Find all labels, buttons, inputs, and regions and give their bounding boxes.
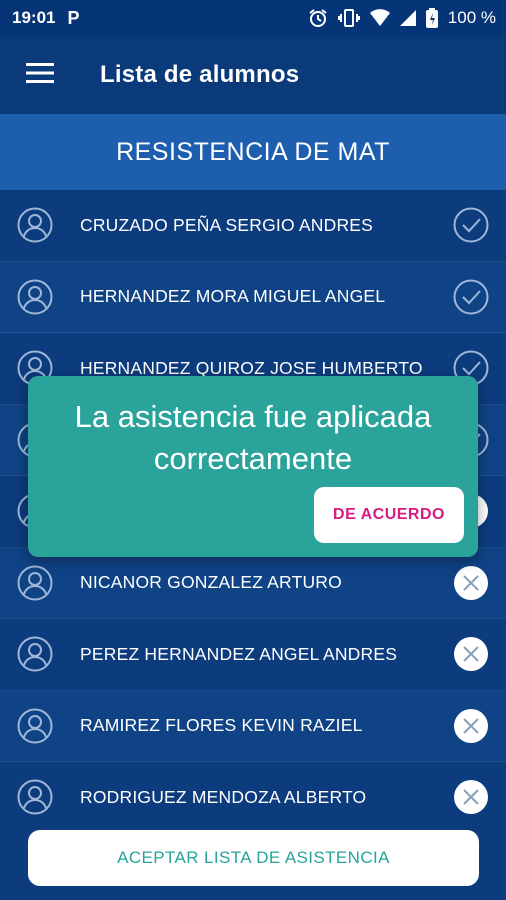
student-row[interactable]: PEREZ HERNANDEZ ANGEL ANDRES [0, 619, 506, 691]
avatar-icon [17, 565, 53, 601]
success-dialog: La asistencia fue aplicada correctamente… [28, 376, 478, 557]
avatar-icon [17, 636, 53, 672]
app-bar: Lista de alumnos [0, 36, 506, 114]
student-name: RODRIGUEZ MENDOZA ALBERTO [80, 786, 367, 807]
student-name: HERNANDEZ MORA MIGUEL ANGEL [80, 286, 386, 307]
battery-icon [425, 8, 438, 28]
close-icon[interactable] [453, 565, 489, 601]
avatar-icon [17, 279, 53, 315]
student-name: NICANOR GONZALEZ ARTURO [80, 572, 342, 593]
p-icon: P [67, 7, 80, 28]
status-time: 19:01 [12, 8, 56, 27]
student-row[interactable]: RAMIREZ FLORES KEVIN RAZIEL [0, 690, 506, 762]
agree-button[interactable]: DE ACUERDO [314, 487, 464, 543]
accept-attendance-button[interactable]: ACEPTAR LISTA DE ASISTENCIA [28, 830, 479, 886]
avatar-icon [17, 708, 53, 744]
student-name: PEREZ HERNANDEZ ANGEL ANDRES [80, 643, 398, 664]
close-icon[interactable] [453, 708, 489, 744]
student-row[interactable]: CRUZADO PEÑA SERGIO ANDRES [0, 190, 506, 262]
close-icon[interactable] [453, 636, 489, 672]
student-row[interactable]: NICANOR GONZALEZ ARTURO [0, 547, 506, 619]
avatar-icon [17, 207, 53, 243]
status-bar: 19:01 P 100 % [0, 0, 506, 36]
check-icon[interactable] [453, 207, 489, 243]
avatar-icon [17, 779, 53, 815]
student-row[interactable]: HERNANDEZ MORA MIGUEL ANGEL [0, 261, 506, 333]
student-name: CRUZADO PEÑA SERGIO ANDRES [80, 214, 374, 235]
page-title: Lista de alumnos [100, 61, 300, 88]
menu-icon [26, 62, 54, 88]
alarm-icon [308, 8, 328, 28]
close-icon[interactable] [453, 779, 489, 815]
signal-icon [399, 9, 416, 27]
dialog-message: La asistencia fue aplicada correctamente [74, 399, 432, 476]
student-name: RAMIREZ FLORES KEVIN RAZIEL [80, 715, 363, 736]
menu-button[interactable] [20, 55, 60, 95]
wifi-icon [369, 9, 390, 27]
subject-banner: RESISTENCIA DE MAT [0, 114, 506, 190]
vibrate-icon [337, 8, 360, 28]
check-icon[interactable] [453, 279, 489, 315]
battery-percent: 100 % [447, 8, 496, 27]
